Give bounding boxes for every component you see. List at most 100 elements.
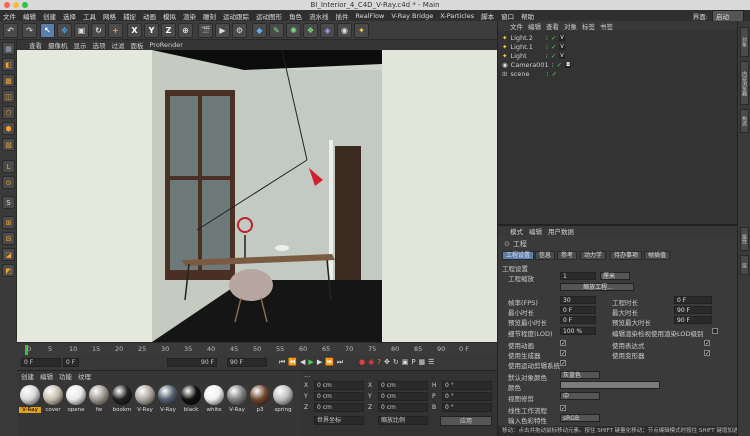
menu-vray-bridge[interactable]: V-Ray Bridge [391, 12, 433, 20]
tab-structure[interactable]: 构造 [740, 109, 749, 133]
menu-render[interactable]: 渲染 [183, 11, 196, 21]
coord-h-field[interactable]: 0 ° [442, 381, 492, 390]
material-swatch[interactable]: cover [42, 383, 64, 417]
next-key-icon[interactable]: ⏩ [325, 358, 334, 367]
coord-b-field[interactable]: 0 ° [442, 403, 492, 412]
visibility-dots-icon[interactable]: ⁝ [552, 61, 554, 69]
coord-y-field[interactable]: 0 cm [314, 392, 364, 401]
menu-character[interactable]: 角色 [289, 11, 302, 21]
viewport-menu-prorender[interactable]: ProRender [150, 41, 183, 49]
object-row-light-1[interactable]: ✦ Light.1 ⁝ ✓ V [502, 42, 565, 51]
menu-script[interactable]: 脚本 [481, 11, 494, 21]
attribute-menu-mode[interactable]: 模式 [510, 226, 523, 236]
edges-mode-icon[interactable]: ⬢ [2, 122, 15, 135]
object-menu-tags[interactable]: 标签 [582, 21, 595, 31]
tab-info[interactable]: 信息 [535, 251, 556, 260]
attribute-menu-userdata[interactable]: 用户数据 [548, 226, 574, 236]
viewport-menu-view[interactable]: 查看 [29, 40, 42, 50]
polygons-mode-icon[interactable]: ▧ [2, 138, 15, 151]
material-swatch[interactable]: V-Ray [157, 383, 179, 417]
axis-z-button[interactable]: Z [161, 23, 176, 38]
lod-field[interactable]: 100 % [560, 327, 596, 335]
model-mode-icon[interactable]: ◧ [2, 58, 15, 71]
undo-icon[interactable]: ↶ [3, 23, 18, 38]
max-time-field[interactable]: 90 F [674, 306, 712, 314]
prev-frame-icon[interactable]: ◀ [300, 358, 305, 367]
enabled-check-icon[interactable]: ✓ [551, 43, 556, 51]
menu-sculpt[interactable]: 雕刻 [203, 11, 216, 21]
tab-attributes[interactable]: 属性 [740, 227, 749, 251]
view-clipping-dropdown[interactable]: 中 [560, 392, 600, 400]
color-swatch[interactable] [560, 381, 660, 389]
light-icon[interactable]: ✦ [354, 23, 369, 38]
project-scale-unit-dropdown[interactable]: 厘米 [600, 272, 630, 280]
material-swatch[interactable]: black [180, 383, 202, 417]
tab-project-settings[interactable]: 工程设置 [502, 251, 535, 260]
make-editable-icon[interactable]: ▦ [2, 42, 15, 55]
visibility-dots-icon[interactable]: ⁝ [547, 70, 549, 78]
play-icon[interactable]: ▶ [308, 358, 313, 367]
axis-y-button[interactable]: Y [144, 23, 159, 38]
material-swatch[interactable]: fw [88, 383, 110, 417]
enabled-check-icon[interactable]: ✓ [551, 34, 556, 42]
coord-scale-mode-dropdown[interactable]: 缩放比例 [378, 416, 428, 425]
object-row-scene[interactable]: ⊞ scene ⁝ ✓ [502, 69, 557, 78]
subdivision-icon[interactable]: ✺ [286, 23, 301, 38]
object-menu-file[interactable]: 文件 [510, 21, 523, 31]
coord-sx-field[interactable]: 0 cm [378, 381, 428, 390]
texture-mode-icon[interactable]: ▩ [2, 74, 15, 87]
material-menu-create[interactable]: 创建 [21, 371, 34, 381]
enabled-check-icon[interactable]: ✓ [557, 61, 562, 69]
tab-frame-interpolation[interactable]: 帧插值 [644, 251, 671, 260]
rotation-key-icon[interactable]: ↻ [393, 358, 399, 366]
object-menu-bookmarks[interactable]: 书签 [600, 21, 613, 31]
menu-help[interactable]: 帮助 [521, 11, 534, 21]
render-picture-viewer-icon[interactable]: ▶ [215, 23, 230, 38]
coord-x-field[interactable]: 0 cm [314, 381, 364, 390]
linear-workflow-checkbox[interactable]: ✓ [560, 405, 566, 412]
viewport-menu-display[interactable]: 显示 [74, 40, 87, 50]
use-generators-checkbox[interactable]: ✓ [560, 350, 566, 357]
scale-key-icon[interactable]: ▣ [402, 358, 409, 366]
array-icon[interactable]: ❖ [303, 23, 318, 38]
material-menu-function[interactable]: 功能 [59, 371, 72, 381]
menu-snap[interactable]: 捕捉 [123, 11, 136, 21]
default-color-dropdown[interactable]: 灰蓝色 [560, 371, 600, 379]
menu-key-icon[interactable]: ☰ [428, 358, 434, 366]
param-key-icon[interactable]: P [411, 358, 415, 366]
use-motion-system-checkbox[interactable]: ✓ [560, 360, 566, 367]
material-swatch[interactable]: white [203, 383, 225, 417]
use-expressions-checkbox[interactable]: ✓ [704, 340, 710, 347]
tab-reference[interactable]: 参考 [557, 251, 578, 260]
start-frame-field[interactable]: 0 F [21, 358, 61, 367]
viewport-menu-panel[interactable]: 面板 [131, 40, 144, 50]
material-swatch[interactable]: V-Ray [226, 383, 248, 417]
workplane-icon[interactable]: ◫ [2, 90, 15, 103]
menu-pipeline[interactable]: 流水线 [309, 11, 329, 21]
project-duration-field[interactable]: 0 F [674, 296, 712, 304]
coordinate-system-icon[interactable]: ⊕ [178, 23, 193, 38]
recent-tools-icon[interactable]: + [108, 23, 123, 38]
render-view-icon[interactable]: 🎬 [198, 23, 213, 38]
menu-simulate[interactable]: 模拟 [163, 11, 176, 21]
menu-mesh[interactable]: 网格 [103, 11, 116, 21]
tab-objects[interactable]: 对象 [740, 27, 749, 57]
autokey-icon[interactable]: ◉ [368, 358, 374, 366]
goto-start-icon[interactable]: ⏮ [279, 358, 285, 367]
current-frame-field[interactable]: 0 F [63, 358, 79, 367]
axis-mode-icon[interactable]: L [2, 160, 15, 173]
visibility-dots-icon[interactable]: ⁝ [546, 34, 548, 42]
min-time-field[interactable]: 0 F [560, 306, 596, 314]
tweak-mode-icon[interactable]: ⊙ [2, 176, 15, 189]
enabled-check-icon[interactable]: ✓ [552, 70, 557, 78]
solo-hierarchy-icon[interactable]: ◩ [2, 264, 15, 277]
viewport-3d[interactable] [17, 50, 497, 342]
project-scale-field[interactable]: 1 [560, 272, 596, 280]
menu-file[interactable]: 文件 [3, 11, 16, 21]
solo-mode-icon[interactable]: ◪ [2, 248, 15, 261]
menu-select[interactable]: 选择 [63, 11, 76, 21]
material-swatch[interactable]: V-Ray [134, 383, 156, 417]
menu-plugins[interactable]: 插件 [336, 11, 349, 21]
object-menu-objects[interactable]: 对象 [564, 21, 577, 31]
goto-end-icon[interactable]: ⏭ [337, 358, 343, 367]
